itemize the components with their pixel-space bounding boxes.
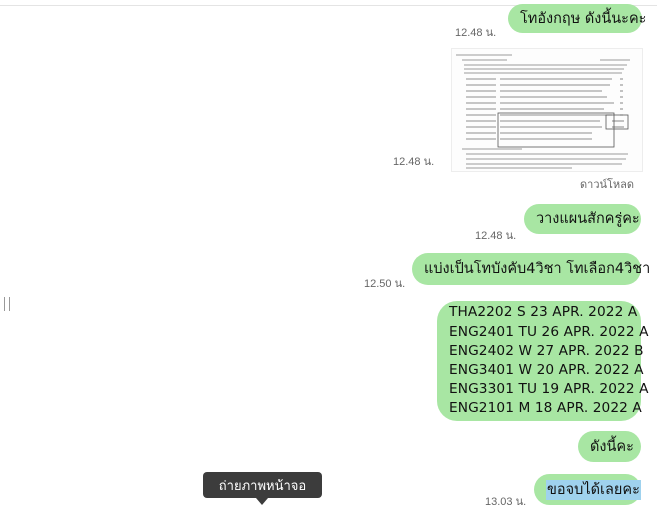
message-text: โทอังกฤษ ดังนี้นะคะ [520, 10, 647, 27]
message-time: 12.48 น. [393, 156, 435, 168]
message-line: ENG2401 TU 26 APR. 2022 A [449, 323, 649, 340]
message-bubble[interactable]: THA2202 S 23 APR. 2022 A ENG2401 TU 26 A… [437, 301, 648, 421]
message-text: ดังนี้คะ [590, 438, 634, 455]
message-bubble[interactable]: แบ่งเป็นโทบังคับ4วิชา โทเลือก4วิชา [412, 253, 650, 285]
message-time: 12.48 น. [455, 27, 497, 39]
message-line: THA2202 S 23 APR. 2022 A [449, 304, 638, 321]
document-image[interactable] [451, 48, 643, 172]
tooltip-arrow [256, 498, 268, 505]
download-link[interactable]: ดาวน์โหลด [580, 175, 634, 193]
message-text: ขอจบได้เลยคะ [546, 479, 641, 500]
message-line: ENG2101 M 18 APR. 2022 A [449, 400, 642, 417]
message-time: 12.50 น. [364, 278, 406, 290]
message-line: ENG3301 TU 19 APR. 2022 A [449, 381, 649, 398]
message-time: 13.03 น. [485, 496, 527, 508]
screenshot-tooltip: ถ่ายภาพหน้าจอ [203, 472, 322, 498]
resize-handle-icon[interactable] [4, 297, 10, 311]
message-text: วางแผนสักครู่คะ [536, 211, 640, 227]
message-bubble[interactable]: วางแผนสักครู่คะ [524, 204, 641, 234]
message-bubble[interactable]: ขอจบได้เลยคะ [534, 474, 641, 505]
document-image-icon [456, 54, 630, 169]
message-bubble[interactable]: ดังนี้คะ [578, 431, 641, 462]
message-line: ENG3401 W 20 APR. 2022 A [449, 362, 644, 378]
message-bubble[interactable]: โทอังกฤษ ดังนี้นะคะ [508, 4, 646, 33]
message-text: แบ่งเป็นโทบังคับ4วิชา โทเลือก4วิชา [424, 261, 651, 277]
message-line: ENG2402 W 27 APR. 2022 B [449, 342, 644, 359]
message-time: 12.48 น. [475, 230, 517, 242]
